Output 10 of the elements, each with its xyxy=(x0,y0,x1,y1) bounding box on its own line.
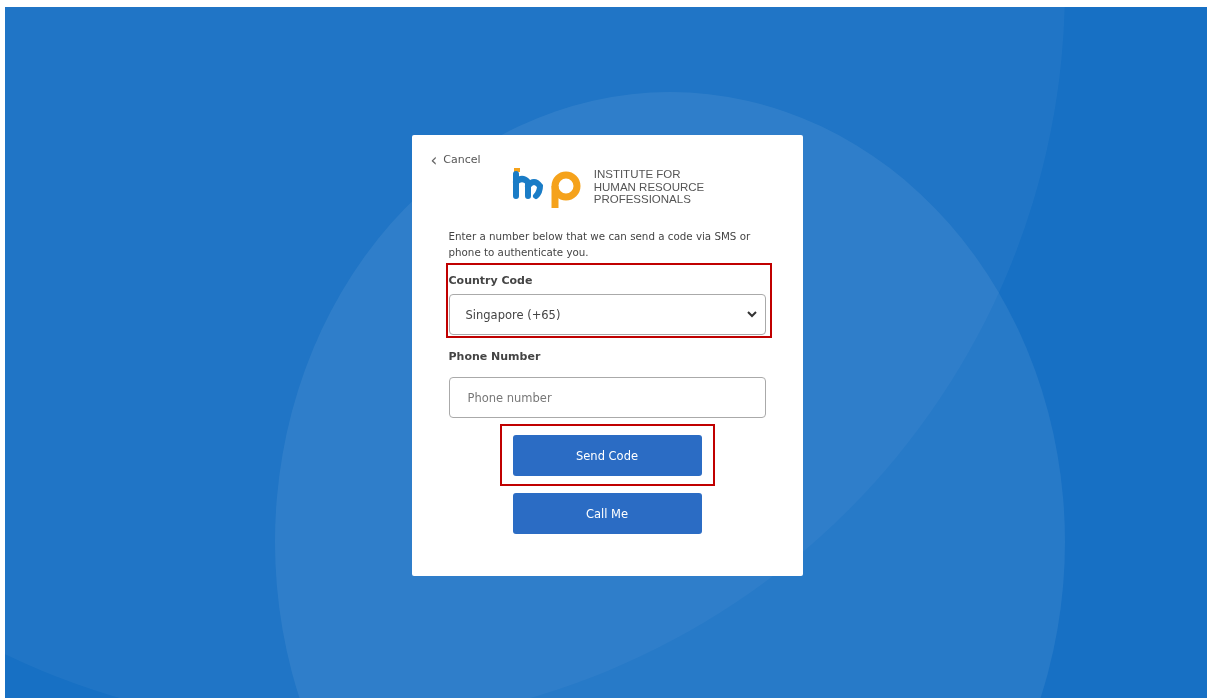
field-label: Country Code xyxy=(448,274,534,287)
field-label: Phone Number xyxy=(448,350,542,363)
instruction-text: Enter a number below that we can send a code via SMS or phone to authenticate you. xyxy=(448,229,752,260)
cancel-link[interactable]: ‹ Cancel xyxy=(430,153,481,166)
chevron-down-icon xyxy=(746,311,757,318)
phone-number-input[interactable]: Phone number xyxy=(448,377,766,418)
country-code-dropdown[interactable]: Singapore (+65) xyxy=(448,294,766,335)
send-code-button[interactable]: Send Code xyxy=(512,435,702,476)
logo-text: INSTITUTE FOR HUMAN RESOURCE PROFESSIONALS xyxy=(593,168,705,206)
call-me-button[interactable]: Call Me xyxy=(512,493,702,534)
